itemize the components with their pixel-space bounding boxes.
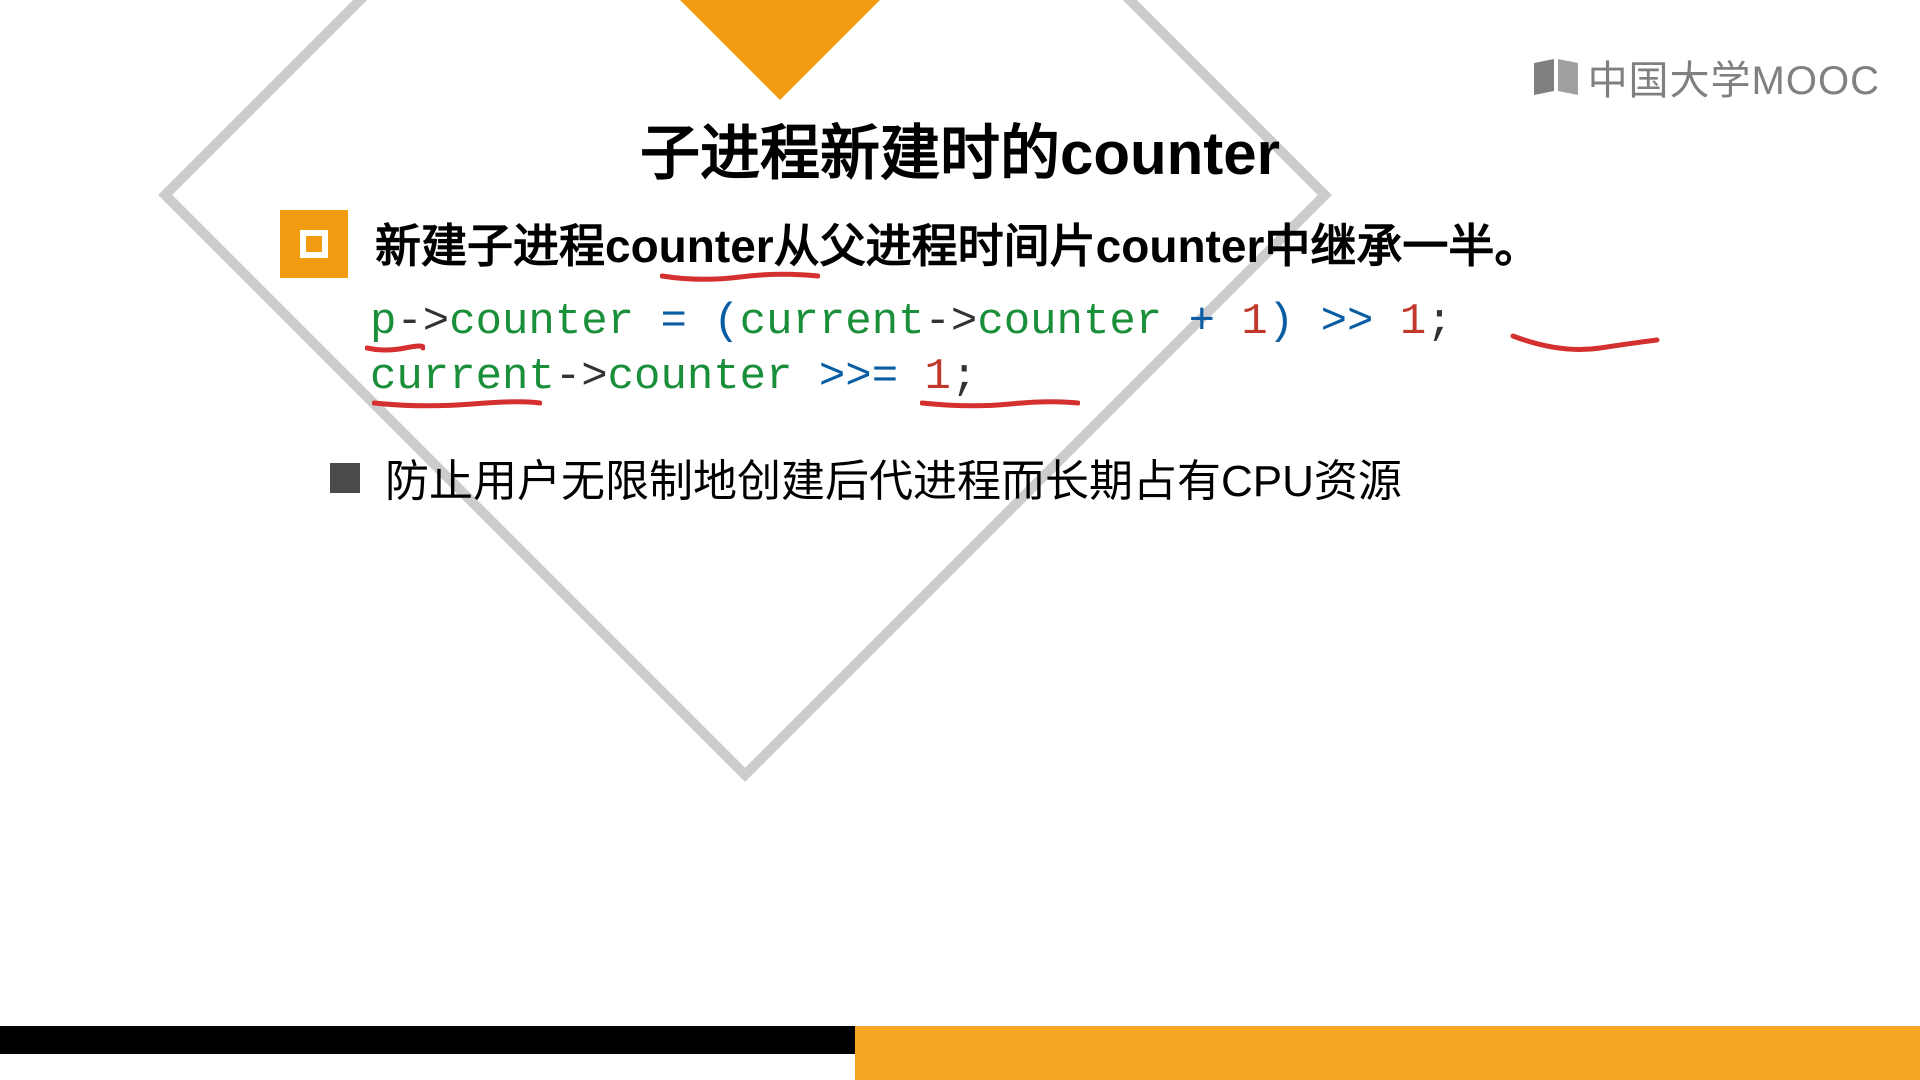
brand-text: 中国大学MOOC — [1588, 48, 1880, 106]
slide-title: 子进程新建时的counter — [0, 105, 1920, 192]
decorative-top-triangle — [680, 0, 880, 115]
bullet-marker-secondary — [330, 463, 360, 493]
annotation-underline-shift1 — [1510, 330, 1660, 360]
decorative-bottom-bar-right — [855, 1026, 1920, 1080]
book-icon — [1532, 57, 1580, 97]
bullet-text-secondary: 防止用户无限制地创建后代进程而长期占有CPU资源 — [385, 445, 1402, 509]
code-block: p->counter = (current->counter + 1) >> 1… — [370, 295, 1453, 405]
code-line-1: p->counter = (current->counter + 1) >> 1… — [370, 295, 1453, 350]
decorative-bottom-bar-left — [0, 1026, 855, 1054]
bullet-text-primary: 新建子进程counter从父进程时间片counter中继承一半。 — [375, 210, 1540, 276]
code-line-2: current->counter >>= 1; — [370, 350, 1453, 405]
bullet-marker-primary — [280, 210, 348, 278]
brand-logo: 中国大学MOOC — [1532, 48, 1880, 106]
